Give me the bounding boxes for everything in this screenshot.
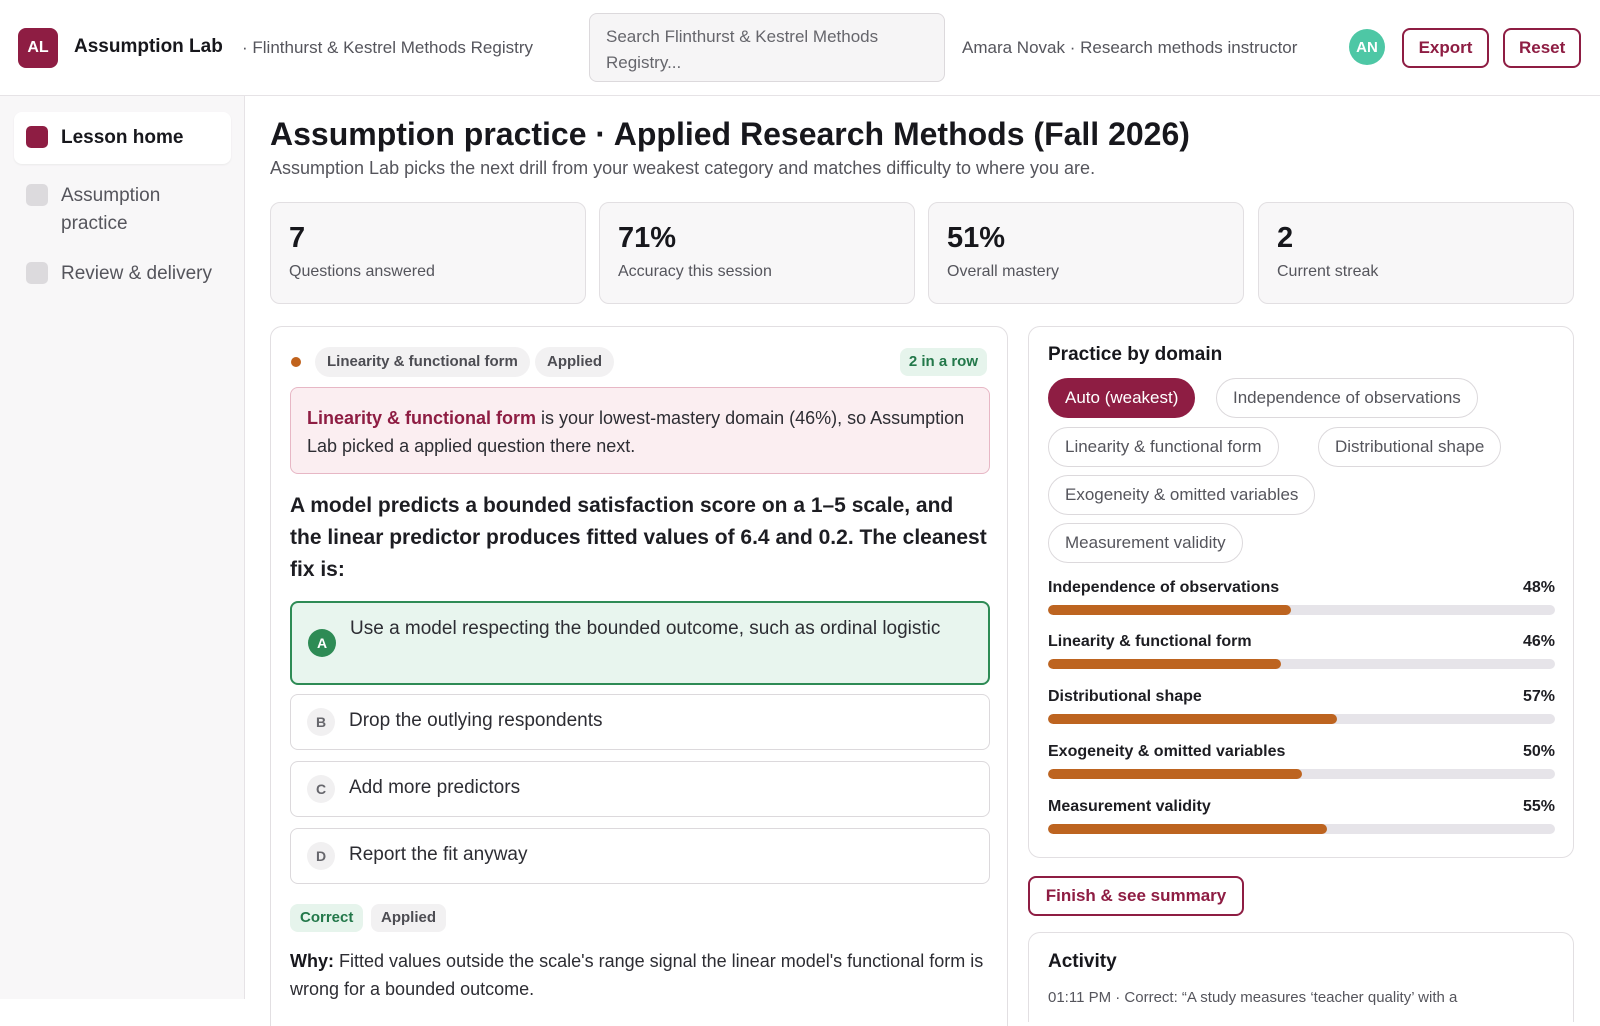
- app-logo: AL: [18, 28, 58, 68]
- reset-button[interactable]: Reset: [1503, 28, 1581, 68]
- category-dot-icon: [291, 357, 301, 367]
- mastery-bar-track: [1048, 605, 1555, 615]
- option-text: Add more predictors: [349, 777, 521, 798]
- sidebar-item-review-delivery[interactable]: Review & delivery: [14, 248, 231, 300]
- domain-panel: Practice by domain Auto (weakest) Indepe…: [1028, 326, 1574, 858]
- result-badge: Correct: [290, 904, 364, 932]
- activity-entry: 01:11 PM · Correct: “A study measures ‘t…: [1048, 989, 1458, 1006]
- question-card: Linearity & functional form Applied 2 in…: [270, 326, 1008, 1026]
- question-text: A model predicts a bounded satisfaction …: [290, 494, 987, 581]
- option-letter: D: [307, 842, 335, 870]
- mastery-bar-percent: 57%: [1522, 688, 1555, 705]
- streak-badge: 2 in a row: [899, 348, 987, 376]
- mastery-bar-fill: [1048, 714, 1337, 724]
- mastery-bar-percent: 46%: [1522, 633, 1555, 650]
- stat-card-accuracy: 71% Accuracy this session: [599, 202, 915, 304]
- page-subtitle: Assumption Lab picks the next drill from…: [270, 158, 1096, 178]
- option-letter: C: [307, 775, 335, 803]
- stat-value: 51%: [947, 222, 1006, 254]
- nav-square-icon: [26, 126, 48, 148]
- category-tag: Linearity & functional form: [315, 347, 530, 377]
- stat-card-mastery: 51% Overall mastery: [928, 202, 1244, 304]
- top-bar: AL Assumption Lab · Flinthurst & Kestrel…: [0, 0, 1600, 96]
- registry-label: · Flinthurst & Kestrel Methods Registry: [242, 38, 533, 57]
- option-letter: A: [308, 629, 336, 657]
- main-content: Assumption practice · Applied Research M…: [246, 96, 1600, 1026]
- activity-title: Activity: [1048, 951, 1117, 972]
- nav-square-icon: [26, 184, 48, 206]
- mastery-bar-fill: [1048, 824, 1327, 834]
- stat-value: 71%: [618, 222, 677, 254]
- mastery-bar-label: Independence of observations: [1048, 579, 1280, 596]
- domain-chip-independence[interactable]: Independence of observations: [1216, 378, 1478, 418]
- mastery-bar-fill: [1048, 605, 1292, 615]
- why-text: Fitted values outside the scale's range …: [290, 951, 984, 999]
- domain-chip-exogeneity[interactable]: Exogeneity & omitted variables: [1048, 475, 1316, 515]
- stat-card-questions: 7 Questions answered: [270, 202, 586, 304]
- sidebar-item-lesson-home[interactable]: Lesson home: [14, 112, 231, 164]
- level-tag: Applied: [535, 347, 614, 377]
- mastery-bar-label: Measurement validity: [1048, 798, 1211, 815]
- option-text: Drop the outlying respondents: [349, 710, 603, 731]
- activity-panel: Activity 01:11 PM · Correct: “A study me…: [1028, 932, 1574, 1022]
- search-input[interactable]: Search Flinthurst & Kestrel Methods Regi…: [589, 13, 945, 82]
- sidebar-item-assumption-practice[interactable]: Assumption practice: [14, 170, 231, 250]
- user-info: Amara Novak · Research methods instructo…: [962, 38, 1298, 57]
- stat-value: 7: [289, 222, 306, 254]
- option-letter: B: [307, 708, 335, 736]
- option-text: Use a model respecting the bounded outco…: [350, 618, 941, 639]
- avatar[interactable]: AN: [1349, 29, 1385, 65]
- stat-label: Current streak: [1277, 263, 1379, 280]
- stat-label: Overall mastery: [947, 263, 1060, 280]
- selection-reason: Linearity & functional form is your lowe…: [290, 387, 990, 474]
- stat-value: 2: [1277, 222, 1294, 254]
- answer-option-c[interactable]: C Add more predictors: [290, 761, 990, 817]
- mastery-bar-track: [1048, 769, 1555, 779]
- domain-chip-auto[interactable]: Auto (weakest): [1048, 378, 1196, 418]
- mastery-bar-label: Linearity & functional form: [1048, 633, 1252, 650]
- mastery-bar-percent: 50%: [1522, 743, 1555, 760]
- stat-card-streak: 2 Current streak: [1258, 202, 1574, 304]
- domain-chip-linearity[interactable]: Linearity & functional form: [1048, 427, 1279, 467]
- mastery-bar-track: [1048, 659, 1555, 669]
- nav-square-icon: [26, 262, 48, 284]
- mastery-bar-label: Exogeneity & omitted variables: [1048, 743, 1286, 760]
- why-label: Why:: [290, 951, 334, 971]
- mastery-bar-track: [1048, 824, 1555, 834]
- sidebar: Lesson home Assumption practice Review &…: [0, 96, 245, 999]
- answer-option-b[interactable]: B Drop the outlying respondents: [290, 694, 990, 750]
- result-level-tag: Applied: [371, 904, 446, 932]
- mastery-bar-label: Distributional shape: [1048, 688, 1202, 705]
- sidebar-item-label: Lesson home: [61, 127, 184, 148]
- mastery-bar-track: [1048, 714, 1555, 724]
- mastery-bar-fill: [1048, 659, 1282, 669]
- answer-option-d[interactable]: D Report the fit anyway: [290, 828, 990, 884]
- reason-domain: Linearity & functional form: [307, 408, 537, 428]
- sidebar-item-label: Review & delivery: [61, 263, 212, 284]
- stat-label: Accuracy this session: [618, 263, 772, 280]
- finish-summary-button[interactable]: Finish & see summary: [1028, 876, 1244, 916]
- mastery-bar-percent: 55%: [1522, 798, 1555, 815]
- domain-chip-measurement[interactable]: Measurement validity: [1048, 523, 1243, 563]
- stat-label: Questions answered: [289, 263, 435, 280]
- export-button[interactable]: Export: [1402, 28, 1489, 68]
- domain-chip-distributional[interactable]: Distributional shape: [1318, 427, 1502, 467]
- option-text: Report the fit anyway: [349, 844, 528, 865]
- mastery-bar-percent: 48%: [1522, 579, 1555, 596]
- answer-option-a[interactable]: A Use a model respecting the bounded out…: [290, 601, 990, 685]
- domain-panel-title: Practice by domain: [1048, 344, 1223, 365]
- app-title: Assumption Lab: [74, 36, 223, 57]
- explanation: Why: Fitted values outside the scale's r…: [290, 947, 990, 1003]
- page-title: Assumption practice · Applied Research M…: [270, 116, 1190, 152]
- sidebar-item-label: Assumption practice: [61, 185, 161, 234]
- mastery-bar-fill: [1048, 769, 1302, 779]
